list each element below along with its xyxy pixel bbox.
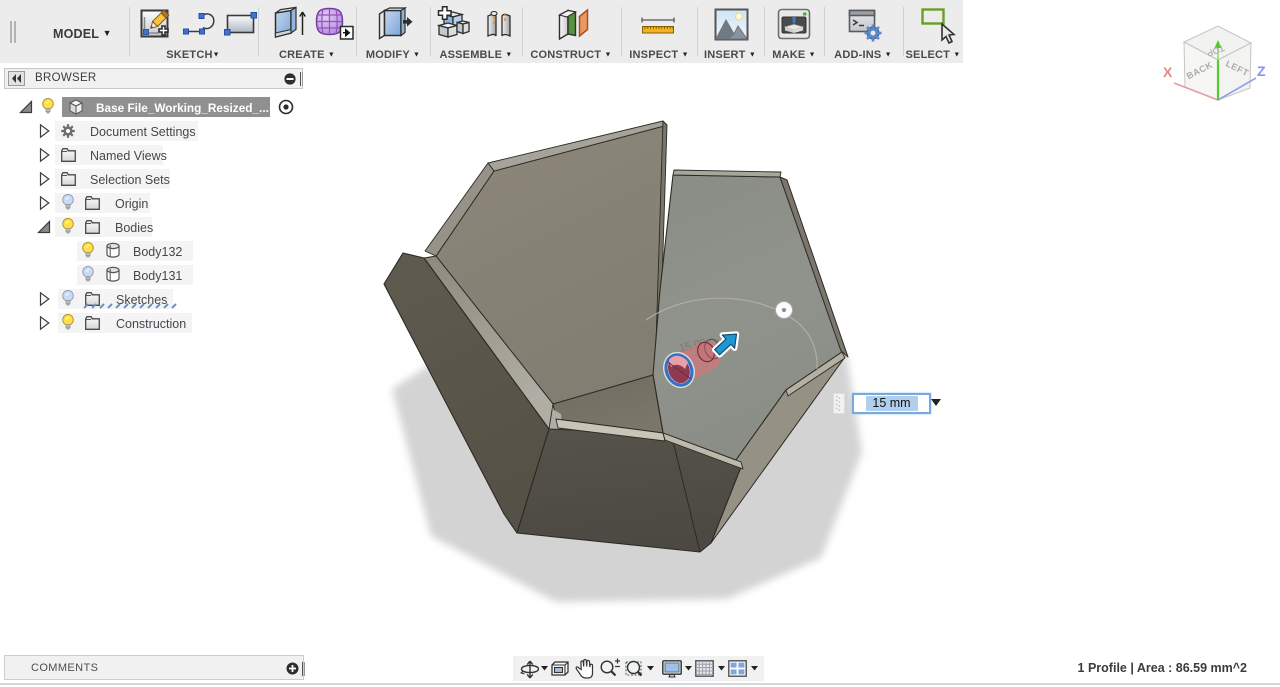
svg-text:Construction: Construction [116,317,186,331]
svg-text:Base File_Working_Resized_...: Base File_Working_Resized_... [96,101,269,115]
svg-text:Selection Sets: Selection Sets [90,173,170,187]
svg-text:Body132: Body132 [133,245,182,259]
svg-text:X: X [1163,64,1173,80]
svg-text:Named Views: Named Views [90,149,167,163]
svg-text:Body131: Body131 [133,269,182,283]
svg-text:Origin: Origin [115,197,148,211]
svg-text:Bodies: Bodies [115,221,153,235]
svg-text:Z: Z [1257,63,1266,79]
svg-text:Document Settings: Document Settings [90,125,196,139]
